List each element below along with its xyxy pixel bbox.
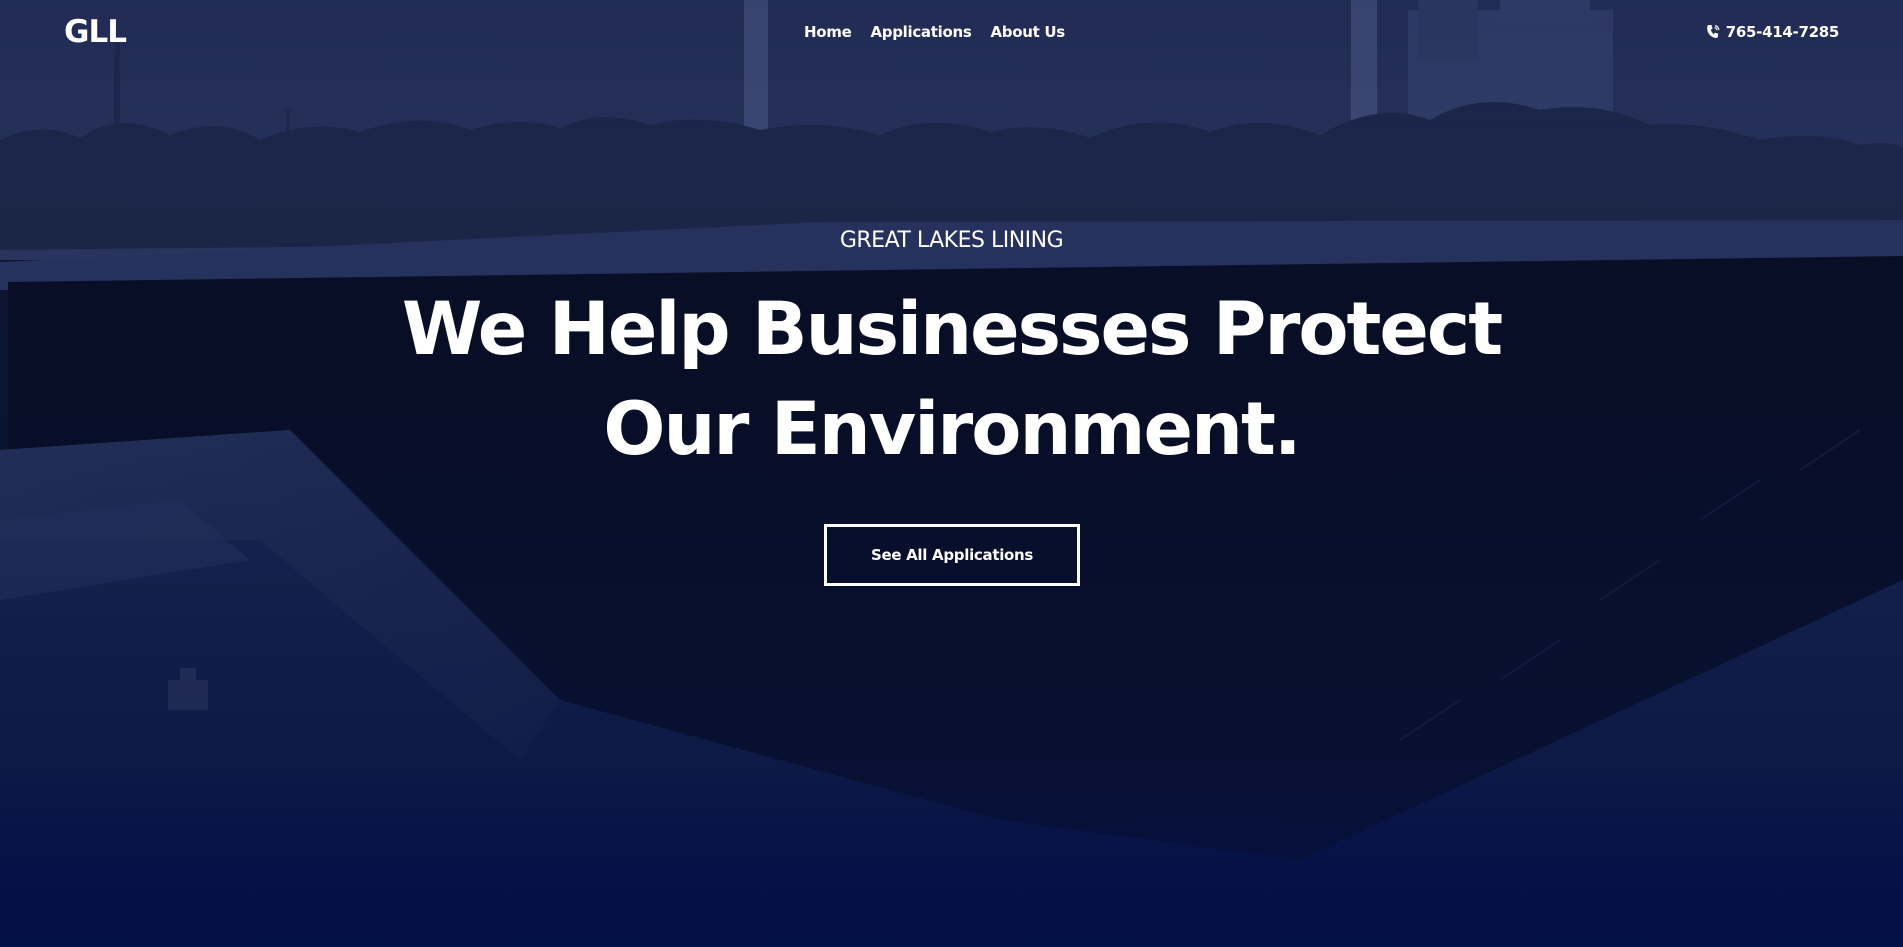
main-nav: Home Applications About Us <box>804 23 1065 41</box>
see-all-applications-button[interactable]: See All Applications <box>824 524 1080 586</box>
nav-item-about-us[interactable]: About Us <box>990 23 1065 41</box>
phone-icon <box>1706 24 1720 38</box>
hero-eyebrow: GREAT LAKES LINING <box>839 228 1064 253</box>
nav-item-applications[interactable]: Applications <box>870 23 971 41</box>
site-header: GLL Home Applications About Us 765-414-7… <box>0 0 1903 66</box>
phone-link[interactable]: 765-414-7285 <box>1706 23 1839 41</box>
phone-number: 765-414-7285 <box>1725 23 1840 41</box>
logo[interactable]: GLL <box>64 14 127 50</box>
nav-item-home[interactable]: Home <box>804 23 852 41</box>
hero-headline: We Help Businesses Protect Our Environme… <box>401 287 1503 472</box>
